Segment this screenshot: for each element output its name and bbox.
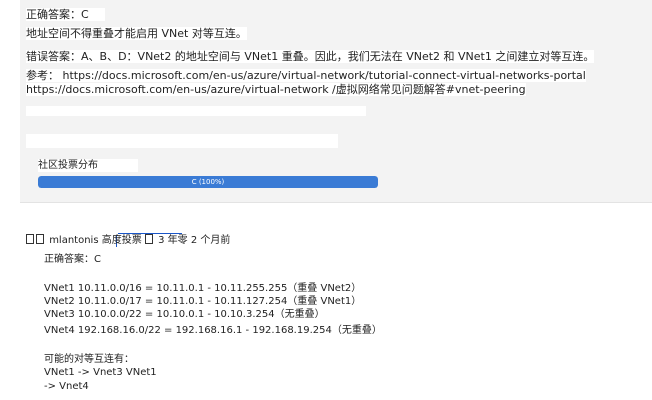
comment-possible-line: -> Vnet4: [44, 381, 89, 392]
vote-bar: C (100%): [38, 176, 378, 188]
comment-username[interactable]: mlantonis: [49, 235, 98, 246]
comment-vnet-line: VNet2 10.11.0.0/17 = 10.11.0.1 - 10.11.1…: [44, 296, 362, 307]
clock-icon: [144, 234, 153, 244]
highlight-gap: [26, 106, 366, 116]
comment-possible-line: VNet1 -> Vnet3 VNet1: [44, 367, 157, 378]
wrong-answer-text: 错误答案：A、B、D：VNet2 的地址空间与 VNet1 重叠。因此，我们无法…: [26, 50, 595, 63]
expand-icon[interactable]: [26, 234, 34, 244]
comment-vnet-line: VNet4 192.168.16.0/22 = 192.168.16.1 - 1…: [44, 325, 382, 336]
correct-answer-text: 正确答案：C: [26, 8, 105, 21]
comment-time: 3 年零 2 个月前: [158, 235, 231, 246]
comment-correct-answer: 正确答案：C: [44, 254, 101, 265]
comment-possible-title: 可能的对等互连有：: [44, 354, 134, 365]
explanation-text: 地址空间不得重叠才能启用 VNet 对等互连。: [26, 27, 247, 40]
reference-line-1: 参考： https://docs.microsoft.com/en-us/azu…: [26, 69, 586, 83]
reference-link-2[interactable]: https://docs.microsoft.com/en-us/azure/v…: [26, 83, 526, 96]
comment-vnet-line: VNet1 10.11.0.0/16 = 10.11.0.1 - 10.11.2…: [44, 283, 362, 294]
wrong-answer-line: 错误答案：A、B、D：VNet2 的地址空间与 VNet1 重叠。因此，我们无法…: [26, 50, 595, 64]
comment-header: mlantonis 高度投票 3 年零 2 个月前: [26, 234, 230, 247]
user-icon: [36, 234, 44, 244]
comment-vnet-line: VNet3 10.10.0.0/22 = 10.10.0.1 - 10.10.3…: [44, 309, 325, 320]
reference-link-1[interactable]: 参考： https://docs.microsoft.com/en-us/azu…: [26, 69, 586, 82]
comment-badge: 高度投票: [101, 235, 142, 246]
vote-distribution-label: 社区投票分布: [38, 159, 138, 172]
correct-answer-line: 正确答案：C: [26, 8, 105, 22]
reference-line-2: https://docs.microsoft.com/en-us/azure/v…: [26, 83, 526, 97]
highlight-gap: [26, 134, 338, 148]
vote-bar-text: C (100%): [191, 178, 225, 186]
explanation-line: 地址空间不得重叠才能启用 VNet 对等互连。: [26, 27, 247, 41]
